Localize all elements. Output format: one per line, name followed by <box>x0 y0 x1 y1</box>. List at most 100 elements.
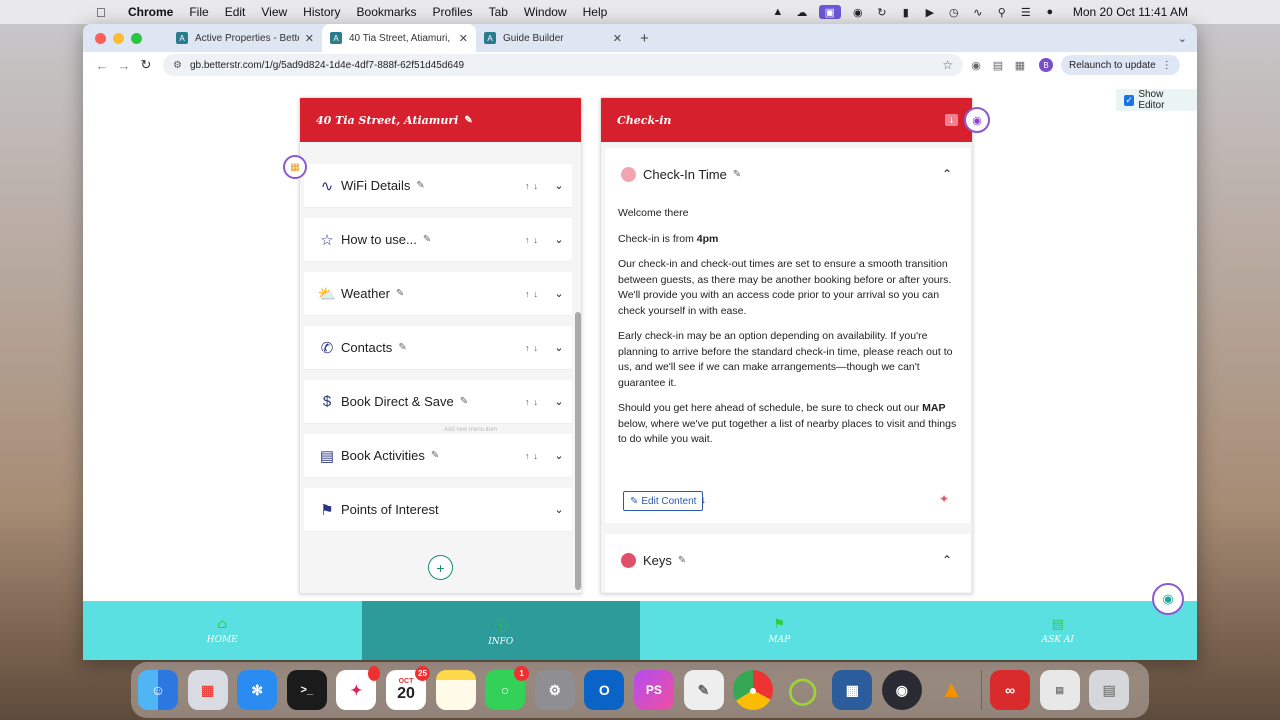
messages-icon[interactable]: ○ 1 <box>485 666 530 710</box>
sections-float-icon[interactable]: ▦ <box>283 155 307 179</box>
scrollbar[interactable] <box>575 312 581 590</box>
menu-edit[interactable]: Edit <box>225 5 246 19</box>
edit-pencil-icon[interactable]: ✎ <box>423 234 431 245</box>
outlook-icon[interactable]: O <box>584 670 625 710</box>
edit-pencil-icon[interactable]: ✎ <box>460 396 468 407</box>
edit-pencil-icon[interactable]: ✎ <box>416 180 424 191</box>
sync-icon[interactable]: ↻ <box>875 5 889 19</box>
chevron-down-icon[interactable]: ⌄ <box>546 341 572 354</box>
menu-history[interactable]: History <box>303 5 340 19</box>
back-icon[interactable]: ← <box>91 58 113 73</box>
launchpad-icon[interactable]: ▦ <box>187 670 228 710</box>
reorder-arrows-icon[interactable]: ↑↓ <box>525 235 542 245</box>
extension-icon[interactable]: ◉ <box>967 59 985 72</box>
kebab-menu-icon[interactable]: ⋮ <box>1162 60 1172 71</box>
forward-icon[interactable]: → <box>113 58 135 73</box>
new-tab-icon[interactable]: + <box>640 30 649 47</box>
screen-capture-icon[interactable]: ▣ <box>818 5 841 19</box>
script-editor-icon[interactable]: ✎ <box>683 670 724 710</box>
zoom-window-button[interactable] <box>131 32 142 44</box>
finder-icon[interactable]: ☺ <box>138 670 178 710</box>
browser-tab-guide-builder[interactable]: A Guide Builder ✕ <box>476 24 630 52</box>
focus-icon[interactable]: ◉ <box>851 5 865 19</box>
calendar-icon[interactable]: OCT 20 25 <box>385 666 430 710</box>
bookmark-star-icon[interactable]: ☆ <box>942 58 953 72</box>
site-info-icon[interactable]: ⚙ <box>173 60 182 71</box>
slack-icon[interactable]: ✦ <box>336 666 381 710</box>
edit-pencil-icon[interactable]: ✎ <box>396 288 404 299</box>
address-bar[interactable]: ⚙ gb.betterstr.com/1/g/5ad9d824-1d4e-4df… <box>163 54 963 76</box>
close-tab-icon[interactable]: ✕ <box>459 32 468 45</box>
wifi-status-icon[interactable]: ∿ <box>971 5 985 19</box>
notes-icon[interactable] <box>435 670 476 710</box>
show-editor-toggle[interactable]: ✓ Show Editor <box>1116 89 1197 111</box>
reorder-arrows-icon[interactable]: ↑↓ <box>525 343 542 353</box>
edit-pencil-icon[interactable]: ✎ <box>464 115 472 126</box>
menu-item-weather[interactable]: ⛅ Weather ✎ ↑↓ ⌄ <box>304 272 572 316</box>
menu-item-contacts[interactable]: ✆ Contacts ✎ ↑↓ ⌄ <box>304 326 572 370</box>
chevron-down-icon[interactable]: ⌄ <box>546 233 572 246</box>
menu-clock[interactable]: Mon 20 Oct 11:41 AM <box>1073 5 1188 19</box>
url-text[interactable]: gb.betterstr.com/1/g/5ad9d824-1d4e-4df7-… <box>190 60 464 71</box>
menu-help[interactable]: Help <box>583 5 608 19</box>
palette-float-icon[interactable]: ◉ <box>1152 583 1184 615</box>
menu-tab[interactable]: Tab <box>489 5 508 19</box>
extension-icon-2[interactable]: ▤ <box>989 59 1007 72</box>
system-settings-icon[interactable]: ⚙ <box>534 670 575 710</box>
menu-profiles[interactable]: Profiles <box>433 5 473 19</box>
chevron-down-icon[interactable]: ⌄ <box>546 287 572 300</box>
siri-icon[interactable]: ● <box>1043 5 1057 19</box>
edit-content-button[interactable]: ✎ Edit Content <box>623 491 704 511</box>
menu-bookmarks[interactable]: Bookmarks <box>357 5 417 19</box>
cloud-icon[interactable]: ☁ <box>795 5 809 19</box>
chevron-down-icon[interactable]: ⌄ <box>546 179 572 192</box>
menu-item-points-of-interest[interactable]: ⚑ Points of Interest ⌄ <box>304 488 572 532</box>
acrobat-icon[interactable]: ∞ <box>990 670 1031 710</box>
add-menu-item-button[interactable]: + <box>428 555 453 580</box>
minimize-window-button[interactable] <box>113 32 124 44</box>
battery-icon[interactable]: ▮ <box>899 5 913 19</box>
nav-tab-ask-ai[interactable]: ▤ ASK AI <box>919 601 1198 660</box>
phpstorm-icon[interactable]: PS <box>633 670 674 710</box>
reorder-arrows-icon[interactable]: ↑↓ <box>525 451 542 461</box>
chrome-icon[interactable]: ● <box>733 670 774 710</box>
browser-tab-tia-street[interactable]: A 40 Tia Street, Atiamuri, Bay O ✕ <box>322 24 476 52</box>
reorder-arrows-icon[interactable]: ↑↓ <box>525 289 542 299</box>
nav-tab-home[interactable]: ⌂ HOME <box>83 601 362 660</box>
nav-tab-map[interactable]: ⚑ MAP <box>640 601 919 660</box>
download-icon[interactable]: ↓ <box>945 114 958 126</box>
safari-icon[interactable]: ✻ <box>237 670 278 710</box>
record-icon[interactable]: ▲ <box>771 5 785 19</box>
control-center-icon[interactable]: ☰ <box>1019 5 1033 19</box>
browser-tab-active-properties[interactable]: A Active Properties - Better Gu ✕ <box>168 24 322 52</box>
vlc-icon[interactable]: ▲ <box>932 670 972 710</box>
menu-app-name[interactable]: Chrome <box>128 5 173 19</box>
apple-icon[interactable]:  <box>96 5 114 20</box>
puzzle-icon[interactable]: ▦ <box>1011 59 1029 72</box>
chevron-down-icon[interactable]: ⌄ <box>546 395 572 408</box>
play-icon[interactable]: ▶ <box>923 5 937 19</box>
arrow-down-icon[interactable]: ↓ <box>701 495 706 506</box>
reorder-arrows-icon[interactable]: ↑↓ <box>525 181 542 191</box>
theme-float-icon[interactable]: ◉ <box>964 107 990 133</box>
reorder-arrows-icon[interactable]: ↑↓ <box>525 397 542 407</box>
reload-icon[interactable]: ↻ <box>135 57 157 73</box>
edit-pencil-icon[interactable]: ✎ <box>431 450 439 461</box>
edit-pencil-icon[interactable]: ✎ <box>733 169 741 180</box>
profile-avatar[interactable]: B <box>1039 58 1053 72</box>
menu-item-wifi[interactable]: ∿ WiFi Details ✎ ↑↓ ⌄ <box>304 164 572 208</box>
time-machine-icon[interactable]: ◷ <box>947 5 961 19</box>
menu-file[interactable]: File <box>189 5 208 19</box>
chevron-up-icon[interactable]: ⌃ <box>942 553 952 567</box>
chevron-down-icon[interactable]: ⌄ <box>546 503 572 516</box>
menu-item-book-direct[interactable]: $ Book Direct & Save ✎ ↑↓ ⌄ <box>304 380 572 424</box>
menu-item-how-to-use[interactable]: ☆ How to use... ✎ ↑↓ ⌄ <box>304 218 572 262</box>
close-tab-icon[interactable]: ✕ <box>305 32 314 45</box>
checkbox-checked-icon[interactable]: ✓ <box>1124 94 1135 106</box>
card-header[interactable]: Check-In Time ✎ ⌃ <box>605 148 970 200</box>
chevron-down-icon[interactable]: ⌄ <box>546 449 572 462</box>
affinity-icon[interactable]: ◯ <box>783 670 823 710</box>
spotlight-icon[interactable]: ⚲ <box>995 5 1009 19</box>
share-icon[interactable]: ✦ <box>939 492 949 506</box>
menu-window[interactable]: Window <box>524 5 567 19</box>
